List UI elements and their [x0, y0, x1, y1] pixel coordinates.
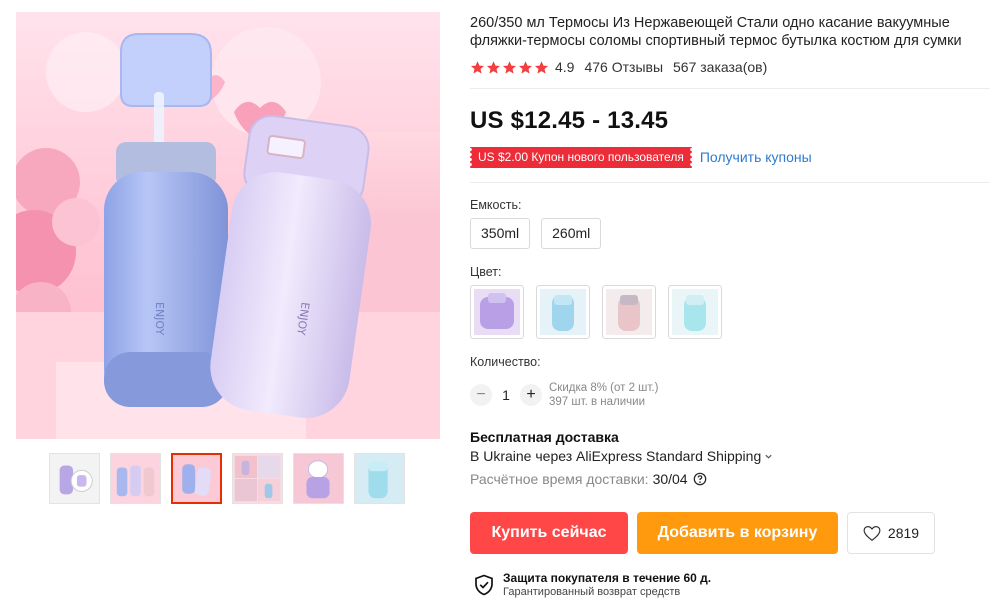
star-icon: [534, 60, 549, 74]
product-title: 260/350 мл Термосы Из Нержавеющей Стали …: [470, 15, 962, 49]
color-option-purple[interactable]: [470, 285, 524, 339]
quantity-label: Количество:: [470, 355, 541, 369]
thermos-bottles-photo: ENJOY ENJOY: [16, 12, 440, 439]
coupon-row: US $2.00 Купон нового пользователя Получ…: [468, 146, 812, 168]
quantity-input[interactable]: [492, 387, 520, 403]
rating-value: 4.9: [555, 59, 575, 75]
color-option-cyan[interactable]: [668, 285, 722, 339]
thumb-lid-open-icon: [294, 454, 343, 503]
rating-row: 4.9 476 Отзывы 567 заказа(ов): [470, 58, 767, 76]
color-pink-icon: [606, 289, 652, 335]
rating-stars: [470, 60, 549, 75]
reviews-link[interactable]: 476 Отзывы: [584, 59, 663, 75]
thumbnail-3[interactable]: [171, 453, 222, 504]
shipping-route: В Ukraine через AliExpress Standard Ship…: [470, 448, 762, 464]
color-option-blue[interactable]: [536, 285, 590, 339]
color-cyan-icon: [672, 289, 718, 335]
shipping-method-selector[interactable]: В Ukraine через AliExpress Standard Ship…: [470, 448, 773, 464]
quantity-notes: Скидка 8% (от 2 шт.) 397 шт. в наличии: [549, 381, 658, 409]
color-label: Цвет:: [470, 265, 502, 279]
wishlist-count: 2819: [887, 525, 920, 541]
thumbnail-5[interactable]: [293, 453, 344, 504]
svg-text:ENJOY: ENJOY: [153, 302, 166, 335]
add-to-cart-button[interactable]: Добавить в корзину: [637, 512, 838, 554]
shipping-title: Бесплатная доставка: [470, 429, 619, 445]
quantity-stepper: − + Скидка 8% (от 2 шт.) 397 шт. в налич…: [470, 380, 658, 410]
eta-label: Расчётное время доставки:: [470, 471, 649, 487]
color-purple-icon: [474, 289, 520, 335]
capacity-option-260ml[interactable]: 260ml: [541, 218, 602, 249]
quantity-decrease-button[interactable]: −: [470, 384, 492, 406]
thumbnail-1[interactable]: [49, 453, 100, 504]
color-option-pink[interactable]: [602, 285, 656, 339]
capacity-label: Емкость:: [470, 198, 522, 212]
divider: [470, 88, 990, 89]
help-icon[interactable]: [693, 472, 707, 486]
star-icon: [518, 60, 533, 74]
coupon-badge[interactable]: US $2.00 Купон нового пользователя: [468, 146, 694, 168]
main-product-image[interactable]: ENJOY ENJOY: [16, 12, 440, 439]
thumb-turquoise-bottle-icon: [355, 454, 404, 503]
price: US $12.45 - 13.45: [470, 107, 669, 134]
protection-title: Защита покупателя в течение 60 д.: [503, 571, 712, 585]
thumbnail-4[interactable]: [232, 453, 283, 504]
chevron-down-icon: [765, 454, 772, 459]
thumbnail-2[interactable]: [110, 453, 161, 504]
shield-check-icon: [475, 574, 493, 596]
orders-count: 567 заказа(ов): [673, 59, 768, 75]
quantity-increase-button[interactable]: +: [520, 384, 542, 406]
color-blue-icon: [540, 289, 586, 335]
eta-value: 30/04: [652, 471, 688, 487]
thumb-blue-bottles-icon: [173, 455, 220, 502]
discount-note: Скидка 8% (от 2 шт.): [549, 382, 659, 394]
capacity-option-350ml[interactable]: 350ml: [470, 218, 531, 249]
capacity-options: 350ml 260ml: [470, 218, 602, 249]
heart-icon: [863, 525, 881, 541]
wishlist-button[interactable]: 2819: [847, 512, 935, 554]
thumb-three-bottles-icon: [111, 454, 160, 503]
star-icon: [502, 60, 517, 74]
buy-now-button[interactable]: Купить сейчас: [470, 512, 628, 554]
divider: [470, 182, 990, 183]
delivery-estimate: Расчётное время доставки: 30/04: [470, 471, 707, 487]
buyer-protection: Защита покупателя в течение 60 д. Гарант…: [474, 571, 711, 599]
thumb-purple-bottle-icon: [50, 454, 99, 503]
star-icon: [470, 60, 485, 74]
thumb-collage-icon: [233, 454, 282, 503]
color-options: [470, 285, 722, 339]
thumbnail-6[interactable]: [354, 453, 405, 504]
protection-subtitle: Гарантированный возврат средств: [503, 586, 681, 598]
stock-note: 397 шт. в наличии: [549, 396, 646, 408]
get-coupons-link[interactable]: Получить купоны: [700, 149, 812, 165]
star-icon: [486, 60, 501, 74]
